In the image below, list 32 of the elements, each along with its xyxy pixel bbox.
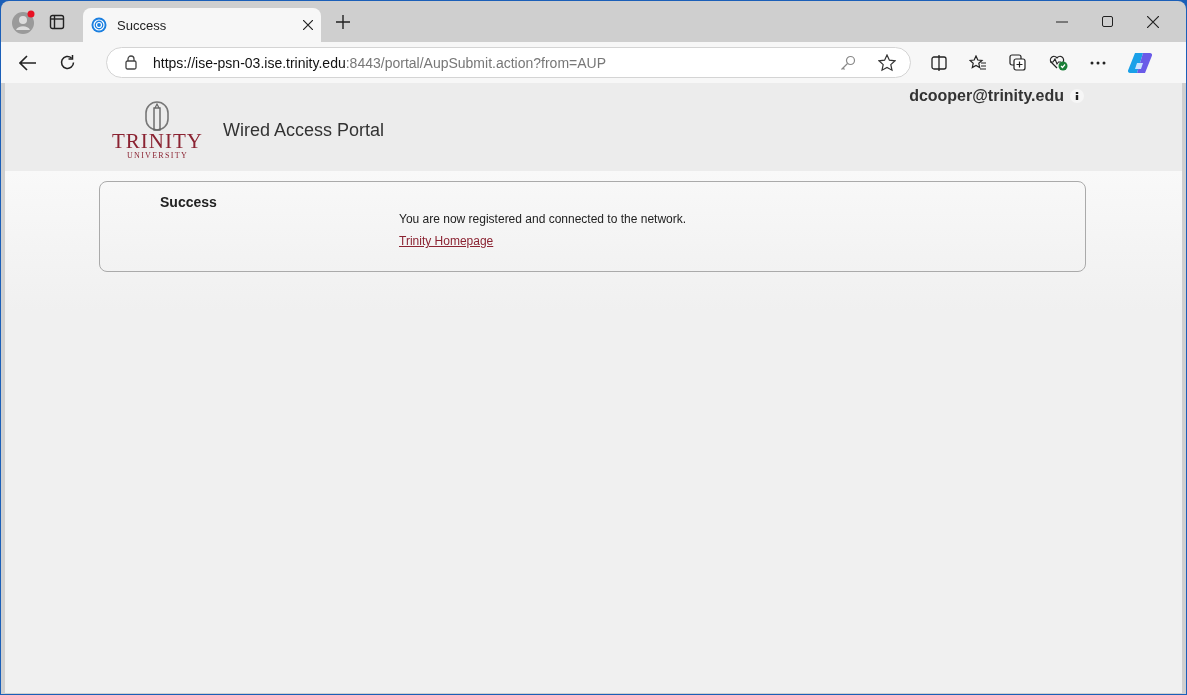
portal-title: Wired Access Portal bbox=[223, 120, 385, 141]
profile-avatar-icon[interactable] bbox=[11, 8, 37, 35]
star-icon[interactable] bbox=[878, 53, 896, 72]
new-tab-icon[interactable] bbox=[336, 14, 350, 29]
status-message: You are now registered and connected to the network. bbox=[399, 212, 687, 226]
split-screen-icon[interactable] bbox=[931, 54, 947, 71]
logo-subtitle: UNIVERSITY bbox=[127, 151, 188, 161]
logo-wordmark: TRINITY bbox=[112, 131, 203, 151]
lock-icon[interactable] bbox=[125, 55, 137, 70]
back-arrow-icon[interactable] bbox=[19, 54, 37, 71]
copilot-icon[interactable] bbox=[1128, 51, 1152, 74]
maximize-icon[interactable] bbox=[1102, 16, 1113, 27]
homepage-link[interactable]: Trinity Homepage bbox=[399, 234, 494, 248]
close-icon[interactable] bbox=[1147, 15, 1159, 28]
info-icon[interactable] bbox=[1070, 89, 1084, 103]
address-bar[interactable]: https://ise-psn-03.ise.trinity.edu:8443/portal/AupSubmit.action?from=AUP bbox=[106, 47, 911, 78]
url-text: https://ise-psn-03.ise.trinity.edu:8443/portal/AupSubmit.action?from=AUP bbox=[153, 54, 607, 71]
close-tab-icon[interactable] bbox=[303, 20, 313, 30]
refresh-icon[interactable] bbox=[59, 54, 76, 71]
tower-icon bbox=[144, 101, 171, 131]
collections-icon[interactable] bbox=[1009, 54, 1027, 71]
globe-icon bbox=[91, 17, 107, 33]
browser-tab[interactable]: Success bbox=[83, 8, 321, 42]
university-logo[interactable]: TRINITY UNIVERSITY bbox=[112, 101, 203, 161]
minimize-icon[interactable] bbox=[1056, 20, 1068, 23]
heart-pulse-check-icon[interactable] bbox=[1049, 54, 1068, 71]
favorites-icon[interactable] bbox=[969, 54, 987, 71]
key-icon[interactable] bbox=[840, 54, 856, 71]
tab-actions-icon[interactable] bbox=[49, 13, 65, 30]
user-email: dcooper@trinity.edu bbox=[909, 87, 1064, 105]
panel-heading: Success bbox=[160, 194, 217, 210]
more-options-icon[interactable] bbox=[1090, 60, 1106, 65]
